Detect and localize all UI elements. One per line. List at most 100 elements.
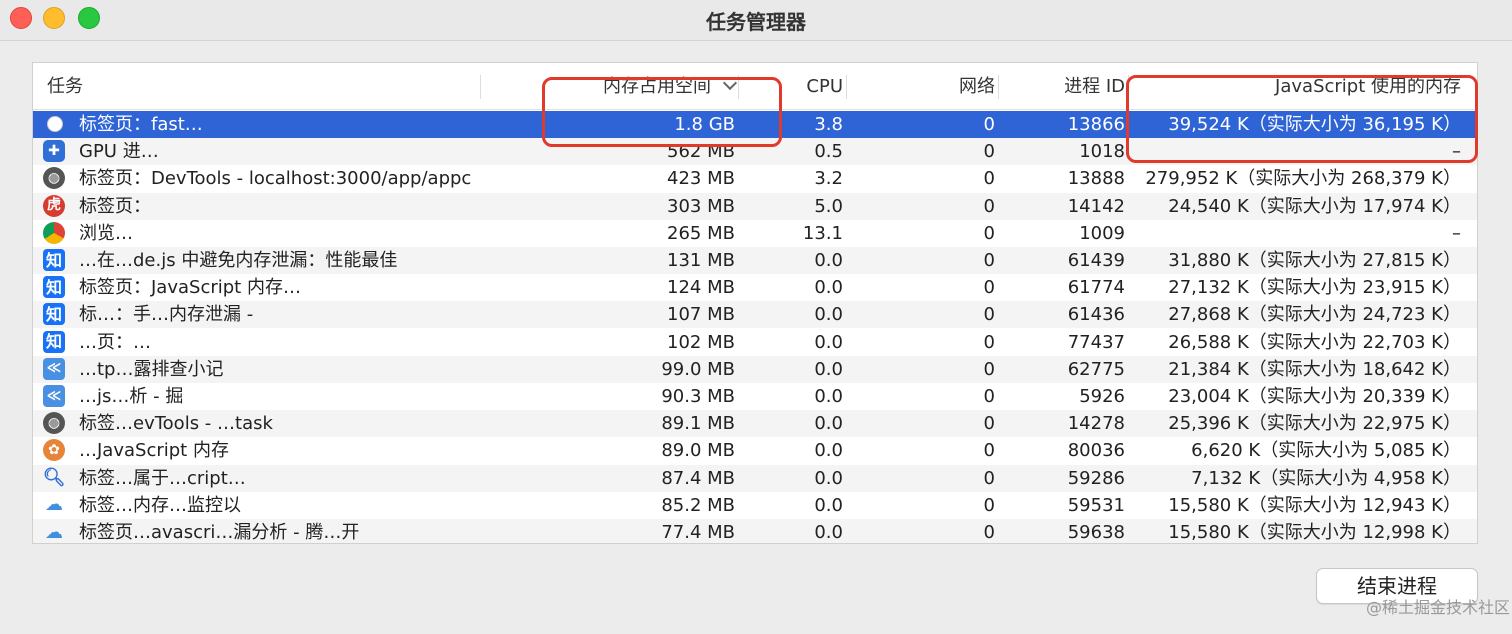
js-memory-value: 279,952 K（实际大小为 268,379 K） [1145,168,1461,190]
zhihu-icon: 知 [43,249,65,271]
cpu-value: 0.0 [814,413,843,435]
table-row[interactable]: ✿ …JavaScript 内存 89.0 MB 0.0 0 80036 6,620 K（实… [33,437,1477,464]
js-memory-value: 26,588 K（实际大小为 22,703 K） [1168,331,1461,353]
js-memory-value: 25,396 K（实际大小为 22,975 K） [1168,413,1461,435]
row-icon-cell [43,113,69,135]
favicon-icon [47,116,63,132]
network-value: 0 [983,304,995,326]
task-name: GPU 进… [79,141,159,163]
chevron-down-icon [722,75,738,91]
table-row[interactable]: 浏览… 265 MB 13.1 0 1009 – [33,220,1477,247]
cpu-value: 0.5 [814,141,843,163]
cpu-value: 0.0 [814,494,843,516]
task-name: …JavaScript 内存 [79,440,229,462]
row-icon-cell: ✚ [43,140,69,163]
table-row[interactable]: 知标签页：JavaScript 内存… 124 MB 0.0 0 61774 27,132… [33,274,1477,301]
cpu-value: 0.0 [814,467,843,489]
table-row[interactable]: ☁ 标签…内存…监控以 85.2 MB 0.0 0 59531 15,580 K（实际大小为… [33,492,1477,519]
table-row[interactable]: ◍ 标签页：DevTools - localhost:3000/app/appc 4… [33,165,1477,192]
column-header-network[interactable]: 网络 [847,63,999,109]
js-memory-value: 27,868 K（实际大小为 24,723 K） [1168,304,1461,326]
cpu-value: 0.0 [814,522,843,543]
js-memory-value: – [1452,141,1461,163]
network-value: 0 [983,494,995,516]
juejin-icon: ≪ [43,385,65,407]
chrome-icon [43,221,65,244]
task-table: 任务 内存占用空间 CPU 网络 进程 ID JavaScript 使用的内存 … [32,62,1478,544]
memory-value: 124 MB [667,277,735,299]
memory-value: 131 MB [667,250,735,271]
table-row[interactable]: ≪ …tp…露排查小记 99.0 MB 0.0 0 62775 21,384 K（实际大小为… [33,355,1477,383]
cpu-value: 0.0 [814,277,843,299]
network-value: 0 [983,358,995,380]
js-memory-value: 21,384 K（实际大小为 18,642 K） [1168,358,1461,380]
pid-value: 61436 [1067,304,1125,326]
memory-value: 423 MB [667,168,735,190]
row-icon-cell: 虎 [43,194,69,217]
row-icon-cell: ≪ [43,385,69,407]
js-memory-value: – [1452,222,1461,244]
cpu-value: 0.0 [814,331,843,353]
row-icon-cell: 知 [43,276,69,299]
memory-value: 89.0 MB [661,440,735,462]
column-header-network-label: 网络 [959,76,995,97]
flower-icon: ✿ [43,439,65,462]
task-name: …页：… [79,331,151,353]
column-header-pid[interactable]: 进程 ID [999,63,1129,109]
column-header-cpu[interactable]: CPU [739,63,847,109]
table-row[interactable]: ✚ GPU 进… 562 MB 0.5 0 1018 – [33,138,1477,166]
task-name: 标签…evTools - …task [79,413,273,435]
table-row[interactable]: 知 …在…de.js 中避免内存泄漏：性能最佳 131 MB 0.0 0 61439 31,… [33,247,1477,274]
table-row[interactable]: 标签页：fast… 1.8 GB 3.8 0 13866 39,524 K（实际大小为 3… [33,111,1477,138]
row-icon-cell: 知 [43,330,69,353]
task-name: 标签页：fast… [79,114,203,135]
memory-value: 265 MB [667,222,735,244]
task-name: 标签页：JavaScript 内存… [79,277,301,299]
memory-value: 1.8 GB [674,114,735,135]
table-row[interactable]: 知标…：手…内存泄漏 - 107 MB 0.0 0 61436 27,868 K（实际大小… [33,301,1477,329]
task-name: 标签…属于…cript… [79,467,246,489]
cpu-value: 3.8 [814,114,843,135]
table-row[interactable]: ☁ 标签页…avascri…漏分析 - 腾…开 77.4 MB 0.0 0 59638 15… [33,519,1477,543]
column-header-memory[interactable]: 内存占用空间 [483,63,739,109]
table-row[interactable]: 虎标签页： 303 MB 5.0 0 14142 24,540 K（实际大小为 17,97… [33,192,1477,220]
pid-value: 59531 [1067,494,1125,516]
task-name: 标签页…avascri…漏分析 - 腾…开 [79,522,360,543]
memory-value: 85.2 MB [661,494,735,516]
js-memory-value: 7,132 K（实际大小为 4,958 K） [1191,467,1461,489]
network-value: 0 [983,440,995,462]
juejin-icon: ≪ [43,357,65,380]
column-header-memory-label: 内存占用空间 [603,76,711,97]
memory-value: 102 MB [667,331,735,353]
pid-value: 14278 [1067,413,1125,435]
network-value: 0 [983,413,995,435]
table-row[interactable]: 🔍︎ 标签…属于…cript… 87.4 MB 0.0 0 59286 7,132 K（实际… [33,464,1477,492]
column-header-task[interactable]: 任务 [47,63,481,109]
memory-value: 562 MB [667,141,735,163]
js-memory-value: 15,580 K（实际大小为 12,998 K） [1168,522,1461,543]
task-name: …js…析 - 掘 [79,386,184,407]
network-value: 0 [983,250,995,271]
task-name: …tp…露排查小记 [79,358,224,380]
memory-value: 107 MB [667,304,735,326]
window-title: 任务管理器 [706,10,806,34]
row-icon-cell [43,221,69,244]
column-header-js-memory[interactable]: JavaScript 使用的内存 [1129,63,1461,109]
pid-value: 61774 [1067,277,1125,299]
row-icon-cell: 知 [43,303,69,326]
table-row[interactable]: ◍ 标签…evTools - …task 89.1 MB 0.0 0 14278 25,39… [33,410,1477,438]
network-value: 0 [983,277,995,299]
js-memory-value: 27,132 K（实际大小为 23,915 K） [1168,277,1461,299]
pid-value: 1009 [1079,222,1125,244]
pid-value: 80036 [1067,440,1125,462]
table-row[interactable]: ≪ …js…析 - 掘 90.3 MB 0.0 0 5926 23,004 K（实际大小为 … [33,383,1477,410]
table-row[interactable]: 知 …页：… 102 MB 0.0 0 77437 26,588 K（实际大小为 22,70… [33,329,1477,356]
task-name: 标签…内存…监控以 [79,494,241,516]
pid-value: 59286 [1067,467,1125,489]
task-name: 标签页：DevTools - localhost:3000/app/appc [79,168,472,190]
js-memory-value: 31,880 K（实际大小为 27,815 K） [1168,250,1461,271]
js-memory-value: 24,540 K（实际大小为 17,974 K） [1168,195,1461,217]
task-name: …在…de.js 中避免内存泄漏：性能最佳 [79,250,398,271]
watermark-text: @稀土掘金技术社区 [1365,598,1510,617]
task-name: 标签页： [79,195,151,217]
